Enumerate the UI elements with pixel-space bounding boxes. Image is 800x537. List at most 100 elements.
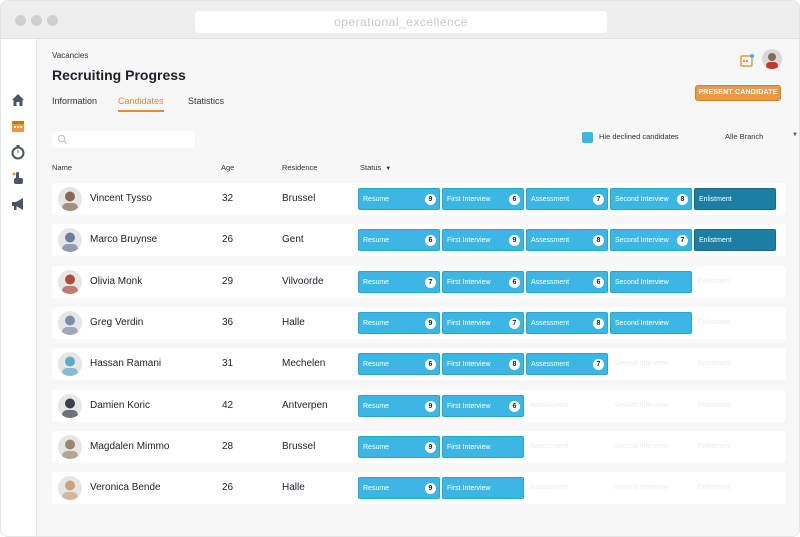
avatar[interactable] [58, 393, 82, 418]
candidate-name[interactable]: Greg Verdin [90, 317, 143, 328]
branch-select[interactable]: Alle Branch [725, 132, 763, 141]
stage-count-badge: 8 [593, 235, 604, 247]
stage-resume[interactable]: Resume 9 [358, 477, 440, 500]
stage-resume[interactable]: Resume 9 [358, 394, 440, 417]
table-row[interactable]: Magdalen Mimmo 28 Brussel Resume 9 First Inte… [52, 430, 786, 463]
present-candidate-button[interactable]: PRESENT CANDIDATE [695, 85, 781, 101]
candidate-name[interactable]: Damien Koric [90, 400, 150, 411]
column-header-name[interactable]: Name [52, 163, 72, 172]
stage-resume[interactable]: Resume 9 [358, 435, 440, 458]
stage-enlistment[interactable]: Enlistment [694, 436, 776, 458]
stage-first-interview[interactable]: First Interview 7 [442, 311, 524, 334]
candidate-name[interactable]: Veronica Bende [90, 482, 161, 493]
avatar[interactable] [58, 269, 82, 294]
stage-label: Resume [363, 443, 390, 451]
stage-assessment[interactable]: Assessment [526, 477, 608, 499]
table-row[interactable]: Damien Koric 42 Antverpen Resume 9 First Inte… [52, 389, 786, 422]
tab-candidates[interactable]: Candidates [118, 96, 164, 112]
stage-second-interview[interactable]: Second Interview 8 [610, 188, 692, 210]
stage-label: Resume [363, 196, 390, 203]
stage-second-interview[interactable]: Second Interview [610, 353, 692, 375]
stage-resume[interactable]: Resume 9 [358, 311, 440, 334]
stage-enlistment[interactable]: Enlistment [694, 188, 776, 210]
column-header-status[interactable]: Status ▼ [360, 163, 391, 172]
avatar[interactable] [58, 434, 82, 459]
stage-count-badge: 9 [425, 400, 436, 412]
stage-first-interview[interactable]: First Interview 6 [442, 270, 524, 293]
stage-second-interview[interactable]: Second Interview 7 [610, 229, 692, 252]
megaphone-icon[interactable] [9, 195, 27, 213]
tab-information[interactable]: Information [52, 96, 97, 106]
stage-first-interview[interactable]: First Interview 9 [442, 229, 524, 252]
search-input[interactable] [52, 131, 195, 148]
stage-second-interview[interactable]: Second Interview [610, 477, 692, 499]
stage-assessment[interactable]: Assessment 7 [526, 353, 608, 376]
stopwatch-icon[interactable] [9, 143, 27, 161]
stage-enlistment[interactable]: Enlistment [694, 312, 776, 334]
stage-assessment[interactable]: Assessment [526, 436, 608, 458]
avatar[interactable] [58, 187, 82, 211]
maximize-dot[interactable] [47, 15, 58, 26]
stage-second-interview[interactable]: Second Interview [610, 311, 692, 334]
candidate-name[interactable]: Olivia Monk [90, 276, 142, 287]
stage-second-interview[interactable]: Second Interview [610, 270, 692, 293]
table-row[interactable]: Hassan Ramani 31 Mechelen Resume 6 First Inte… [52, 348, 786, 381]
hide-declined-checkbox[interactable] [582, 132, 593, 143]
stage-enlistment[interactable]: Enlistment [694, 353, 776, 375]
stage-first-interview[interactable]: First Interview [442, 435, 524, 458]
stage-label: First Interview [447, 443, 491, 451]
chevron-down-icon[interactable]: ▼ [792, 132, 798, 138]
stage-enlistment[interactable]: Enlistment [694, 395, 776, 417]
avatar[interactable] [58, 352, 82, 377]
minimize-dot[interactable] [31, 15, 42, 26]
table-row[interactable]: Olivia Monk 29 Vilvoorde Resume 7 First Inter… [52, 265, 786, 298]
avatar[interactable] [58, 310, 82, 335]
home-icon[interactable] [9, 91, 27, 109]
stage-label: Resume [363, 278, 390, 286]
avatar[interactable] [58, 228, 82, 253]
stage-label: Second Interview [615, 196, 669, 203]
avatar[interactable] [58, 476, 82, 501]
user-avatar[interactable] [762, 49, 782, 69]
stage-resume[interactable]: Resume 7 [358, 270, 440, 293]
notification-calendar-icon[interactable] [739, 53, 755, 69]
stage-label: Assessment [530, 484, 569, 492]
column-header-age[interactable]: Age [221, 163, 234, 172]
table-row[interactable]: Veronica Bende 26 Halle Resume 9 First Interv… [52, 472, 786, 505]
stage-label: Resume [363, 319, 390, 327]
hand-icon[interactable] [9, 169, 27, 187]
column-header-residence[interactable]: Residence [282, 163, 317, 172]
stage-enlistment[interactable]: Enlistment [694, 271, 776, 293]
stage-label: Assessment [531, 237, 570, 245]
stage-resume[interactable]: Resume 9 [358, 188, 440, 210]
stage-assessment[interactable]: Assessment 8 [526, 311, 608, 334]
table-row[interactable]: Greg Verdin 36 Halle Resume 9 First Interview… [52, 306, 786, 339]
hide-declined-label: Hie declined candidates [599, 132, 679, 141]
table-row[interactable]: Marco Bruynse 26 Gent Resume 6 First Intervie… [52, 224, 786, 257]
stage-assessment[interactable]: Assessment 7 [526, 188, 608, 210]
stage-second-interview[interactable]: Second Interview [610, 395, 692, 417]
url-bar[interactable]: operational_excellence [195, 11, 607, 33]
stage-label: Enlistment [698, 318, 731, 326]
stage-assessment[interactable]: Assessment 8 [526, 229, 608, 252]
stage-enlistment[interactable]: Enlistment [694, 477, 776, 499]
stage-first-interview[interactable]: First Interview 8 [442, 353, 524, 376]
breadcrumb[interactable]: Vacancies [52, 51, 88, 60]
stage-assessment[interactable]: Assessment [526, 395, 608, 417]
candidate-name[interactable]: Magdalen Mimmo [90, 441, 169, 452]
stage-resume[interactable]: Resume 6 [358, 229, 440, 252]
stage-first-interview[interactable]: First Interview 6 [442, 188, 524, 210]
calendar-icon[interactable] [9, 117, 27, 135]
candidate-name[interactable]: Hassan Ramani [90, 358, 161, 369]
stage-first-interview[interactable]: First Interview [442, 477, 524, 500]
stage-second-interview[interactable]: Second Interview [610, 436, 692, 458]
candidate-name[interactable]: Marco Bruynse [90, 234, 157, 245]
stage-resume[interactable]: Resume 6 [358, 353, 440, 376]
stage-first-interview[interactable]: First Interview 6 [442, 394, 524, 417]
stage-enlistment[interactable]: Enlistment [694, 229, 776, 252]
stage-assessment[interactable]: Assessment 6 [526, 270, 608, 293]
close-dot[interactable] [15, 15, 26, 26]
tab-statistics[interactable]: Statistics [188, 96, 224, 106]
table-row[interactable]: Vincent Tysso 32 Brussel Resume 9 First Inter… [52, 183, 786, 215]
candidate-name[interactable]: Vincent Tysso [90, 193, 152, 204]
